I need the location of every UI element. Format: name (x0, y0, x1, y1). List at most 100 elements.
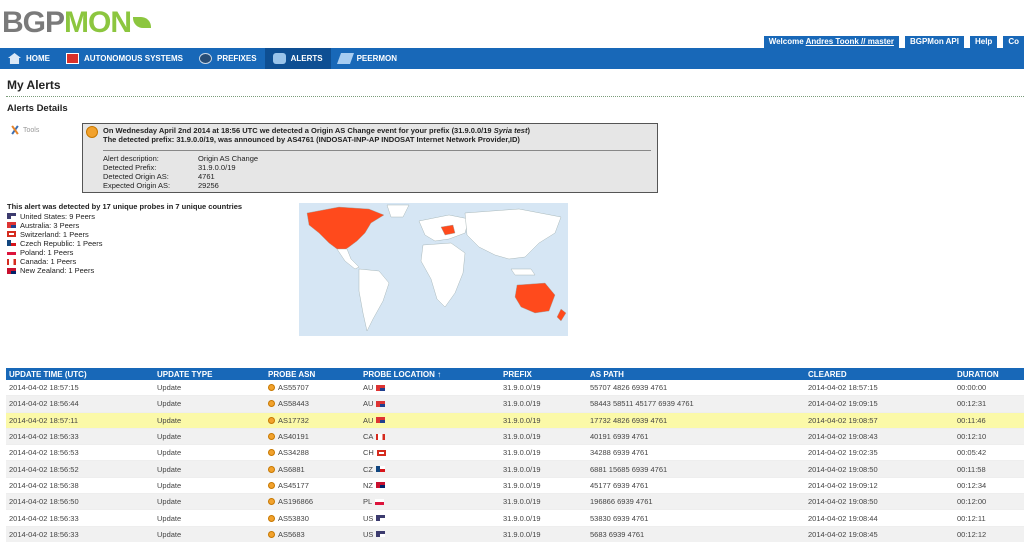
col-update-time[interactable]: UPDATE TIME (UTC) (6, 370, 154, 379)
cell-probe-asn[interactable]: AS58443 (265, 399, 360, 408)
table-row[interactable]: 2014-04-02 18:57:11 Update AS17732 AU 31.9.0… (6, 412, 1024, 429)
nav-autonomous-systems[interactable]: AUTONOMOUS SYSTEMS (58, 48, 191, 69)
cell-text: 40191 6939 4761 (590, 432, 649, 442)
probe-country-item: Poland: 1 Peers (7, 248, 277, 257)
cell-probe-asn[interactable]: AS55707 (265, 383, 360, 392)
nav-peermon[interactable]: PEERMON (331, 48, 405, 69)
detail-value: Origin AS Change (198, 154, 259, 163)
nav-home[interactable]: HOME (0, 48, 58, 69)
cell-probe-asn[interactable]: AS6881 (265, 465, 360, 474)
alerts-table: UPDATE TIME (UTC) UPDATE TYPE PROBE ASN … (6, 368, 1024, 542)
nav-label: PREFIXES (216, 54, 257, 63)
table-row[interactable]: 2014-04-02 18:56:33 Update AS53830 US 31.9.0… (6, 510, 1024, 527)
detail-value: 4761 (198, 172, 215, 181)
cell-update-time: 2014-04-02 18:56:53 (6, 448, 154, 457)
asn-info-icon[interactable] (268, 465, 275, 473)
cell-text: AU (363, 399, 374, 409)
cell-text: 2014-04-02 19:08:57 (808, 415, 878, 425)
col-as-path[interactable]: AS PATH (587, 370, 805, 379)
cell-update-type: Update (154, 481, 265, 490)
cell-text: 2014-04-02 18:56:44 (9, 399, 79, 409)
cell-text: 2014-04-02 19:09:12 (808, 480, 878, 490)
nav-label: PEERMON (356, 54, 398, 63)
cell-text: AS34288 (278, 448, 309, 458)
cell-probe-asn[interactable]: AS17732 (265, 416, 360, 425)
map-region-australia (514, 282, 556, 314)
cell-probe-location: AU (360, 416, 500, 425)
cell-text: Update (157, 383, 182, 393)
cell-update-time: 2014-04-02 18:56:33 (6, 514, 154, 523)
cell-as-path: 40191 6939 4761 (587, 432, 805, 441)
asn-info-icon[interactable] (268, 400, 275, 408)
contact-link[interactable]: Co (1003, 36, 1024, 48)
bgpmon-logo[interactable]: BGPMON (2, 6, 152, 39)
cell-text: 2014-04-02 18:56:33 (9, 432, 79, 442)
asn-info-icon[interactable] (268, 514, 275, 522)
table-row[interactable]: 2014-04-02 18:56:50 Update AS196866 PL 31.9.… (6, 494, 1024, 511)
nav-prefixes[interactable]: PREFIXES (191, 48, 265, 69)
table-row[interactable]: 2014-04-02 18:56:53 Update AS34288 CH 31.9.0… (6, 445, 1024, 462)
asn-info-icon[interactable] (268, 498, 275, 506)
asn-info-icon[interactable] (268, 530, 275, 538)
col-prefix[interactable]: PREFIX (500, 370, 587, 379)
cell-text: 31.9.0.0/19 (503, 448, 541, 458)
cell-cleared: 2014-04-02 19:08:43 (805, 432, 954, 441)
table-row[interactable]: 2014-04-02 18:56:33 Update AS40191 CA 31.9.0… (6, 428, 1024, 446)
cell-probe-asn[interactable]: AS34288 (265, 448, 360, 457)
asn-info-icon[interactable] (268, 433, 275, 441)
cell-probe-asn[interactable]: AS196866 (265, 497, 360, 506)
asn-info-icon[interactable] (268, 416, 275, 424)
flag-au-icon (7, 222, 16, 229)
nav-alerts[interactable]: ALERTS (264, 48, 331, 69)
cell-update-type: Update (154, 383, 265, 392)
cell-text: 17732 4826 6939 4761 (590, 415, 668, 425)
cell-as-path: 196866 6939 4761 (587, 497, 805, 506)
cell-text: 31.9.0.0/19 (503, 513, 541, 523)
world-map[interactable] (299, 203, 568, 336)
table-row[interactable]: 2014-04-02 18:57:15 Update AS55707 AU 31.9.0… (6, 380, 1024, 397)
cell-probe-asn[interactable]: AS45177 (265, 481, 360, 490)
col-probe-location[interactable]: PROBE LOCATION ↑ (360, 370, 500, 379)
cell-text: 2014-04-02 18:56:52 (9, 464, 79, 474)
cell-text: 00:05:42 (957, 448, 987, 458)
alert-headline-2: The detected prefix: 31.9.0.0/19, was an… (103, 135, 520, 144)
probe-summary: This alert was detected by 17 unique pro… (7, 202, 277, 275)
tools-menu[interactable]: Tools (10, 125, 39, 135)
cell-text: 31.9.0.0/19 (503, 529, 541, 539)
cell-duration: 00:12:10 (954, 432, 1024, 441)
cell-probe-asn[interactable]: AS5683 (265, 530, 360, 539)
detail-value: 29256 (198, 181, 219, 190)
cell-update-type: Update (154, 514, 265, 523)
cell-as-path: 5683 6939 4761 (587, 530, 805, 539)
cell-duration: 00:00:00 (954, 383, 1024, 392)
flag-pl-icon (375, 498, 385, 505)
table-row[interactable]: 2014-04-02 18:56:38 Update AS45177 NZ 31.9.0… (6, 478, 1024, 495)
detail-label: Alert description: (103, 154, 159, 163)
asn-info-icon[interactable] (268, 384, 275, 392)
cell-text: AU (363, 415, 374, 425)
col-update-type[interactable]: UPDATE TYPE (154, 370, 265, 379)
col-duration[interactable]: DURATION (954, 370, 1024, 379)
asn-info-icon[interactable] (268, 481, 275, 489)
cell-duration: 00:12:11 (954, 514, 1024, 523)
user-link[interactable]: Andres Toonk // master (806, 37, 894, 46)
cell-text: AS45177 (278, 480, 309, 490)
asn-info-icon[interactable] (268, 449, 275, 457)
cell-probe-location: CA (360, 432, 500, 441)
table-row[interactable]: 2014-04-02 18:56:44 Update AS58443 AU 31.9.0… (6, 396, 1024, 413)
cell-probe-asn[interactable]: AS40191 (265, 432, 360, 441)
col-cleared[interactable]: CLEARED (805, 370, 954, 379)
tools-icon (10, 125, 19, 135)
cell-update-time: 2014-04-02 18:57:11 (6, 416, 154, 425)
cell-text: Update (157, 529, 182, 539)
cell-text: 31.9.0.0/19 (503, 432, 541, 442)
logo-text-mon: MON (64, 6, 132, 39)
api-link[interactable]: BGPMon API (904, 36, 964, 48)
col-probe-asn[interactable]: PROBE ASN (265, 370, 360, 379)
table-row[interactable]: 2014-04-02 18:56:33 Update AS5683 US 31.9.0.… (6, 526, 1024, 542)
cell-text: 45177 6939 4761 (590, 480, 649, 490)
cell-cleared: 2014-04-02 19:09:15 (805, 399, 954, 408)
help-link[interactable]: Help (969, 36, 998, 48)
table-row[interactable]: 2014-04-02 18:56:52 Update AS6881 CZ 31.9.0.… (6, 461, 1024, 478)
cell-probe-asn[interactable]: AS53830 (265, 514, 360, 523)
